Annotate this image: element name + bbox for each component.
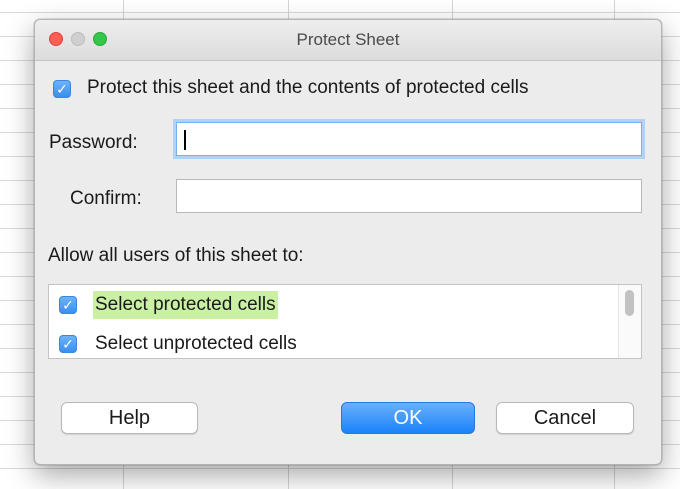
- confirm-label: Confirm:: [70, 188, 142, 209]
- confirm-password-input[interactable]: [177, 180, 641, 212]
- protect-sheet-dialog: Protect Sheet ✓ Protect this sheet and t…: [34, 19, 662, 465]
- permissions-heading: Allow all users of this sheet to:: [48, 245, 304, 266]
- scrollbar-thumb[interactable]: [625, 290, 634, 316]
- list-item[interactable]: ✓ Select protected cells: [49, 289, 609, 319]
- checkmark-icon: ✓: [62, 336, 74, 352]
- password-input[interactable]: [177, 123, 641, 155]
- select-protected-cells-checkbox[interactable]: ✓: [59, 296, 77, 314]
- vertical-scrollbar[interactable]: [618, 285, 641, 358]
- cancel-button[interactable]: Cancel: [496, 402, 634, 434]
- text-caret: [184, 130, 186, 150]
- password-field[interactable]: [176, 122, 642, 156]
- list-item-label: Select unprotected cells: [95, 333, 297, 354]
- confirm-password-field[interactable]: [176, 179, 642, 213]
- permissions-list[interactable]: ✓ Select protected cells ✓ Select unprot…: [48, 284, 642, 359]
- checkmark-icon: ✓: [56, 81, 68, 97]
- select-unprotected-cells-checkbox[interactable]: ✓: [59, 335, 77, 353]
- password-label: Password:: [49, 132, 138, 153]
- dialog-title: Protect Sheet: [296, 30, 400, 49]
- list-item-label: Select protected cells: [93, 291, 278, 319]
- protect-sheet-checkbox[interactable]: ✓: [53, 80, 71, 98]
- help-button[interactable]: Help: [61, 402, 198, 434]
- title-bar[interactable]: Protect Sheet: [35, 20, 661, 61]
- ok-button[interactable]: OK: [341, 402, 475, 434]
- protect-sheet-label: Protect this sheet and the contents of p…: [87, 77, 529, 98]
- checkmark-icon: ✓: [62, 297, 74, 313]
- list-item[interactable]: ✓ Select unprotected cells: [49, 328, 609, 358]
